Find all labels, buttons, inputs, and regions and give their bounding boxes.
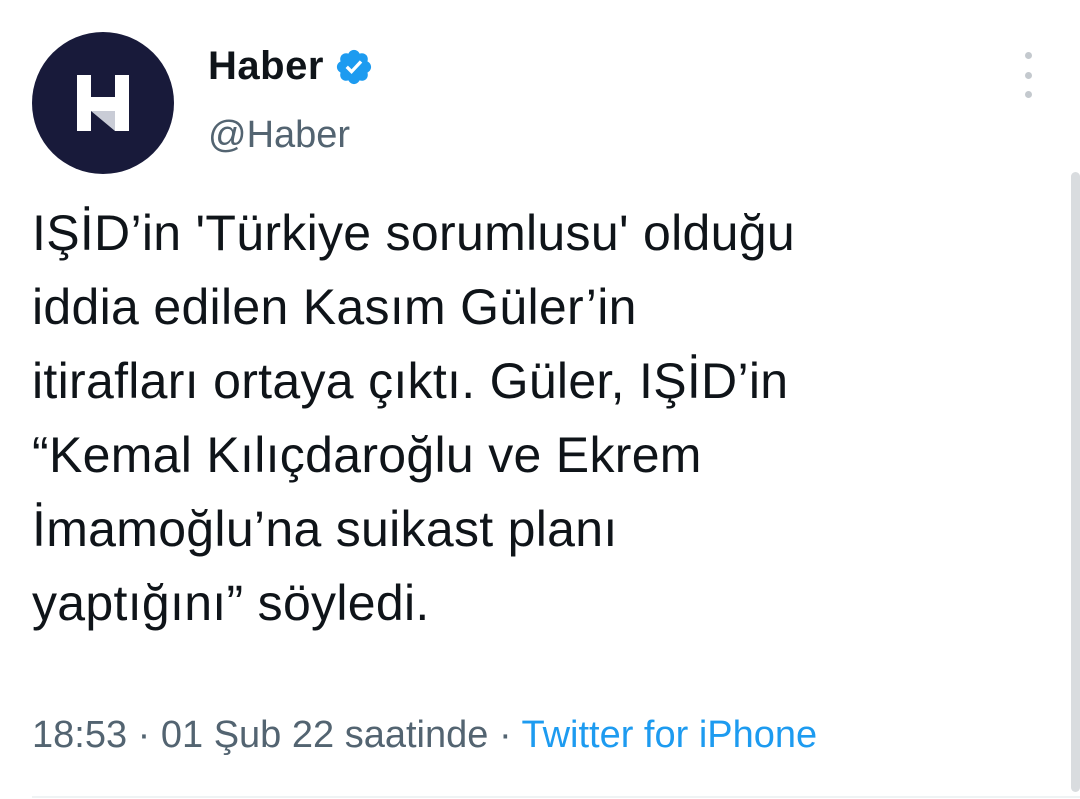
author-name-row[interactable]: Haber xyxy=(208,44,374,89)
haber-logo-icon xyxy=(77,75,129,131)
tweet-text: IŞİD’in 'Türkiye sorumlusu' olduğu iddia… xyxy=(32,205,795,631)
verified-badge-icon xyxy=(334,47,374,87)
more-dot xyxy=(1024,71,1032,79)
author-handle[interactable]: @Haber xyxy=(208,114,350,157)
tweet-time[interactable]: 18:53 xyxy=(32,714,127,756)
author-display-name[interactable]: Haber xyxy=(208,44,324,89)
meta-separator: · xyxy=(137,714,151,756)
avatar[interactable] xyxy=(32,32,174,174)
tweet-source-link[interactable]: Twitter for iPhone xyxy=(521,714,817,756)
more-dot xyxy=(1024,52,1032,59)
more-dot xyxy=(1024,91,1032,98)
tweet-date[interactable]: 01 Şub 22 saatinde xyxy=(161,714,489,756)
tweet-meta: 18:53 · 01 Şub 22 saatinde · Twitter for… xyxy=(32,714,817,757)
meta-separator: · xyxy=(498,714,512,756)
scrollbar[interactable] xyxy=(1071,172,1080,792)
divider xyxy=(32,796,1080,798)
tweet: Haber @Haber IŞİD’in 'Türkiye sorumlusu'… xyxy=(0,0,1080,799)
more-options-icon[interactable] xyxy=(1010,52,1046,98)
